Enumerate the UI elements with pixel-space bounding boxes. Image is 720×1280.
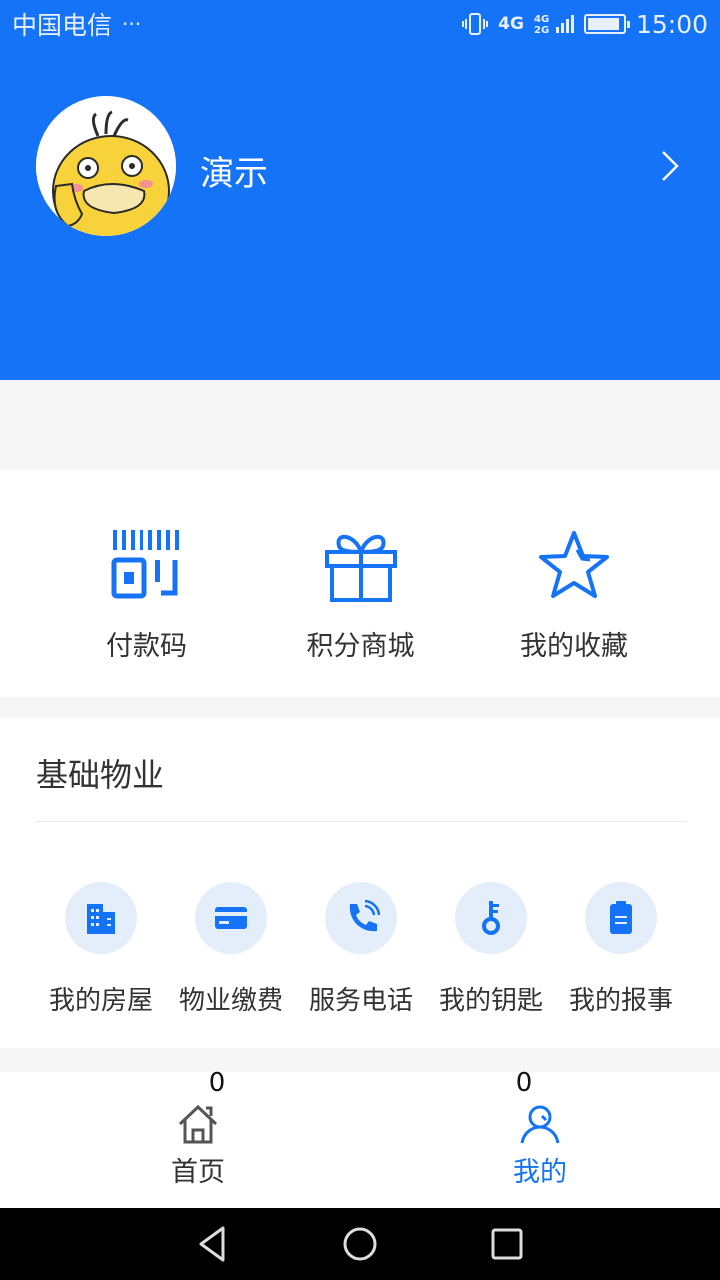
carrier-name: 中国电信 [12, 11, 113, 40]
property-grid: 我的房屋 物业缴费 服务电话 我的钥匙 我的报事 [36, 882, 686, 1017]
property-fee-label: 物业缴费 [178, 986, 283, 1016]
basic-property-section: 基础物业 我的房屋 物业缴费 服务电话 我的钥匙 我的报事 [0, 718, 720, 1048]
property-fee-button[interactable]: 物业缴费 [166, 882, 296, 1017]
my-reports-button[interactable]: 我的报事 [556, 882, 686, 1017]
favorites-button[interactable]: 我的收藏 [428, 470, 720, 697]
battery-icon [583, 14, 630, 34]
section-title: 基础物业 [36, 756, 165, 794]
clock: 15:00 [635, 9, 708, 39]
signal-icon: 4G2G [534, 14, 574, 36]
recents-icon[interactable] [487, 1224, 527, 1264]
tab-home-label: 首页 [171, 1157, 225, 1188]
network-type: 4G [498, 13, 524, 34]
building-icon [65, 882, 137, 954]
tab-mine-label: 我的 [513, 1157, 567, 1188]
vibrate-icon [462, 13, 489, 35]
my-reports-label: 我的报事 [568, 986, 673, 1016]
quick-actions: 付款码 积分商城 我的收藏 [0, 470, 720, 697]
profile-header[interactable]: 演示 [0, 48, 720, 380]
payment-code-label: 付款码 [106, 631, 187, 662]
status-bar: 中国电信 ··· 4G 4G 2G 15:00 [0, 0, 720, 48]
points-mall-button[interactable]: 积分商城 [293, 470, 428, 697]
status-more-indicator: ··· [122, 12, 142, 36]
my-house-button[interactable]: 我的房屋 [36, 882, 166, 1017]
tab-mine[interactable]: 0 我的 [440, 1068, 640, 1189]
tab-home[interactable]: 0 首页 [98, 1068, 298, 1189]
person-icon [520, 1105, 560, 1144]
service-phone-button[interactable]: 服务电话 [296, 882, 426, 1017]
card-icon [195, 882, 267, 954]
system-nav-bar [0, 1208, 720, 1280]
divider [36, 821, 686, 822]
favorites-label: 我的收藏 [520, 631, 628, 662]
svg-text:4G: 4G [534, 14, 549, 25]
svg-text:2G: 2G [534, 25, 549, 36]
chevron-right-icon[interactable] [655, 148, 685, 184]
my-keys-button[interactable]: 我的钥匙 [426, 882, 556, 1017]
home-circle-icon[interactable] [340, 1224, 380, 1264]
user-name: 演示 [200, 154, 268, 194]
gift-icon [324, 535, 397, 602]
duck-avatar-icon[interactable] [36, 96, 176, 236]
key-icon [455, 882, 527, 954]
star-icon [539, 531, 609, 598]
payment-code-icon [111, 530, 179, 599]
my-keys-label: 我的钥匙 [438, 986, 543, 1016]
mine-badge: 0 [515, 1068, 533, 1098]
service-phone-label: 服务电话 [308, 986, 413, 1016]
back-icon[interactable] [193, 1224, 233, 1264]
phone-icon [325, 882, 397, 954]
payment-code-button[interactable]: 付款码 [0, 470, 293, 697]
home-icon [178, 1104, 218, 1144]
home-badge: 0 [208, 1068, 226, 1098]
points-mall-label: 积分商城 [306, 631, 415, 662]
clipboard-icon [585, 882, 657, 954]
my-house-label: 我的房屋 [48, 986, 153, 1016]
